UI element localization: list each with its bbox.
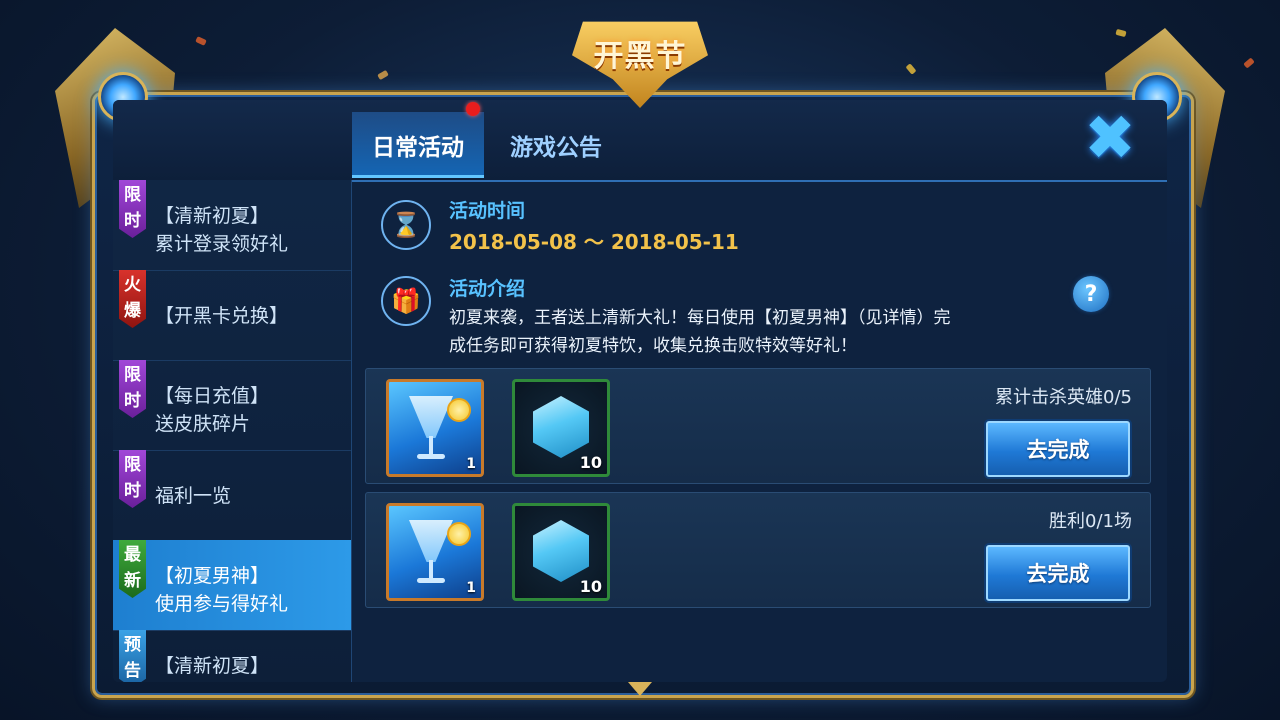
crystal-icon: [533, 520, 589, 582]
limited-badge: 限时: [119, 180, 146, 238]
lemon-icon: [447, 522, 471, 546]
activity-date-range: 2018-05-08 ～ 2018-05-11: [449, 230, 739, 254]
sidebar-item-daily-recharge[interactable]: 限时 【每日充值】 送皮肤碎片: [113, 360, 351, 451]
confetti: [377, 69, 389, 81]
reward-crystal[interactable]: 10: [512, 379, 610, 477]
sidebar-item-summer-hero[interactable]: 最新 【初夏男神】 使用参与得好礼: [113, 540, 351, 631]
sidebar-item-label: 【开黑卡兑换】: [155, 305, 289, 327]
reward-quantity: 1: [466, 456, 476, 472]
hot-badge: 火爆: [119, 270, 146, 328]
tab-game-announcements[interactable]: 游戏公告: [491, 112, 621, 178]
question-icon[interactable]: ?: [1073, 276, 1109, 312]
confetti: [905, 63, 917, 75]
sidebar-item-fresh-summer-login[interactable]: 限时 【清新初夏】 累计登录领好礼: [113, 180, 351, 271]
gift-icon: 🎁: [381, 276, 431, 326]
sidebar-item-label: 【清新初夏】 累计登录领好礼: [155, 205, 289, 255]
drink-glass-icon: [409, 520, 453, 562]
sidebar-item-label: 【初夏男神】 使用参与得好礼: [155, 565, 289, 615]
reward-crystal[interactable]: 10: [512, 503, 610, 601]
drink-glass-icon: [409, 396, 453, 438]
confetti: [1243, 57, 1255, 69]
crystal-icon: [533, 396, 589, 458]
emblem-title: 开黑节: [593, 39, 687, 74]
activity-content: ⌛ 活动时间 2018-05-08 ～ 2018-05-11 🎁 活动介绍 初夏…: [365, 180, 1153, 682]
tab-daily-activities[interactable]: 日常活动: [352, 112, 484, 178]
limited-badge: 限时: [119, 450, 146, 508]
reward-quantity: 1: [466, 580, 476, 596]
task-progress-label: 胜利0/1场: [1049, 511, 1132, 532]
sidebar-item-card-exchange[interactable]: 火爆 【开黑卡兑换】: [113, 270, 351, 361]
task-row: 1 10 累计击杀英雄0/5 去完成: [365, 368, 1151, 484]
activity-description: 初夏来袭，王者送上清新大礼！每日使用【初夏男神】（见详情）完 成任务即可获得初夏…: [449, 308, 951, 356]
sidebar-item-label: 【每日充值】 送皮肤碎片: [155, 385, 270, 435]
activity-intro-title: 活动介绍: [449, 278, 526, 300]
limited-badge: 限时: [119, 360, 146, 418]
reward-summer-drink[interactable]: 1: [386, 503, 484, 601]
confetti: [195, 36, 207, 46]
go-complete-button[interactable]: 去完成: [986, 421, 1130, 477]
activity-sidebar: 限时 【清新初夏】 累计登录领好礼 火爆 【开黑卡兑换】 限时 【每日充值】 送…: [113, 180, 352, 682]
activity-time-title: 活动时间: [449, 200, 526, 222]
tab-label: 游戏公告: [510, 135, 602, 161]
activity-panel: 日常活动 游戏公告 ✖ 限时 【清新初夏】 累计登录领好礼 火爆 【开黑卡兑换】…: [113, 100, 1167, 682]
close-button[interactable]: ✖: [1065, 102, 1155, 174]
lemon-icon: [447, 398, 471, 422]
new-badge: 最新: [119, 540, 146, 598]
confetti: [1115, 28, 1127, 38]
reward-summer-drink[interactable]: 1: [386, 379, 484, 477]
tab-label: 日常活动: [372, 135, 464, 161]
reward-quantity: 10: [579, 577, 602, 596]
notification-dot: [466, 102, 480, 116]
task-progress-label: 累计击杀英雄0/5: [995, 387, 1132, 408]
sidebar-item-fresh-summer-preview[interactable]: 预告 【清新初夏】: [113, 630, 351, 682]
task-row: 1 10 胜利0/1场 去完成: [365, 492, 1151, 608]
reward-quantity: 10: [579, 453, 602, 472]
go-complete-button[interactable]: 去完成: [986, 545, 1130, 601]
sidebar-item-label: 【清新初夏】: [155, 655, 270, 677]
sidebar-item-label: 福利一览: [155, 485, 232, 507]
tab-bar: 日常活动 游戏公告 ✖: [113, 100, 1167, 182]
sidebar-item-benefits-overview[interactable]: 限时 福利一览: [113, 450, 351, 541]
preview-badge: 预告: [119, 630, 146, 682]
close-icon: ✖: [1084, 101, 1136, 174]
hourglass-icon: ⌛: [381, 200, 431, 250]
